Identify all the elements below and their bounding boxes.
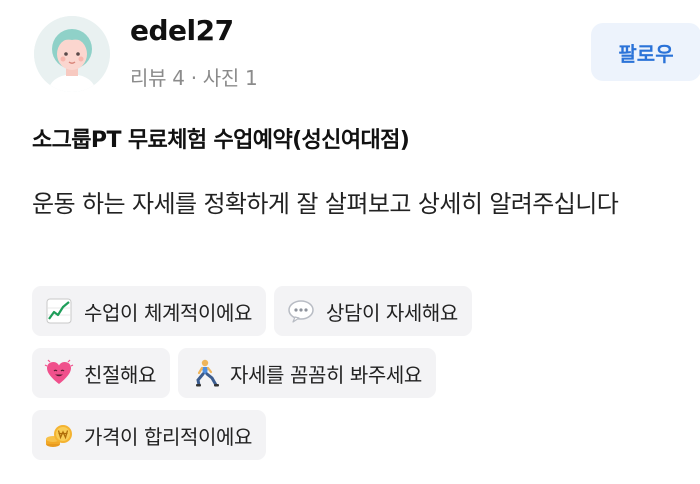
chart-increasing-icon	[44, 296, 74, 326]
review-tags: 수업이 체계적이에요 상담이 자세해요 친절해요 자세를 꼼꼼히 봐주세요 가격…	[32, 286, 672, 472]
tag-item: 상담이 자세해요	[273, 286, 472, 336]
follow-button[interactable]: 팔로우	[591, 23, 700, 81]
review-header: edel27 리뷰 4 · 사진 1 팔로우	[32, 12, 700, 92]
coins-icon	[44, 420, 74, 450]
tag-label: 자세를 꼼꼼히 봐주세요	[230, 362, 422, 387]
tag-label: 수업이 체계적이에요	[84, 300, 252, 325]
tag-item: 친절해요	[32, 348, 170, 398]
review-card: edel27 리뷰 4 · 사진 1 팔로우 소그룹PT 무료체험 수업예약(성신여…	[0, 0, 700, 484]
username[interactable]: edel27	[130, 14, 234, 47]
tag-item: 가격이 합리적이에요	[32, 410, 266, 460]
avatar[interactable]	[34, 16, 110, 92]
tag-row: 수업이 체계적이에요 상담이 자세해요	[32, 286, 672, 336]
heart-icon	[44, 358, 74, 388]
tag-row: 친절해요 자세를 꼼꼼히 봐주세요	[32, 348, 672, 398]
place-title[interactable]: 소그룹PT 무료체험 수업예약(성신여대점)	[32, 122, 410, 154]
tag-row: 가격이 합리적이에요	[32, 410, 672, 460]
review-count: 리뷰 4	[130, 66, 185, 90]
tag-label: 친절해요	[84, 362, 156, 387]
tag-label: 가격이 합리적이에요	[84, 424, 252, 449]
review-text: 운동 하는 자세를 정확하게 잘 살펴보고 상세히 알려주십니다	[32, 190, 619, 218]
speech-bubble-icon	[286, 296, 316, 326]
tag-item: 자세를 꼼꼼히 봐주세요	[178, 348, 436, 398]
meta-separator: ·	[190, 66, 197, 90]
user-stats: 리뷰 4 · 사진 1	[130, 62, 258, 91]
tag-label: 상담이 자세해요	[325, 300, 458, 325]
tag-item: 수업이 체계적이에요	[32, 286, 266, 336]
photo-count: 사진 1	[202, 66, 258, 90]
avatar-illustration	[34, 16, 110, 92]
lunge-person-icon	[190, 358, 220, 388]
